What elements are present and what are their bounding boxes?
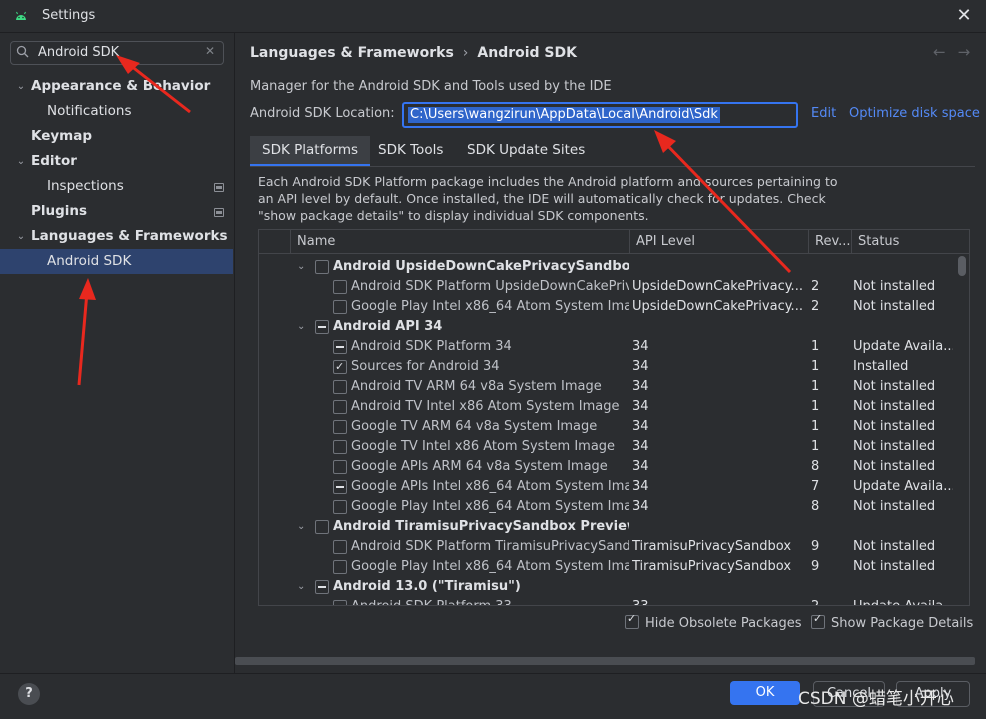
annotation-arrows <box>77 55 792 386</box>
red-arrow-icon <box>77 278 96 386</box>
red-arrow-icon <box>654 130 792 274</box>
red-arrow-icon <box>116 55 191 114</box>
